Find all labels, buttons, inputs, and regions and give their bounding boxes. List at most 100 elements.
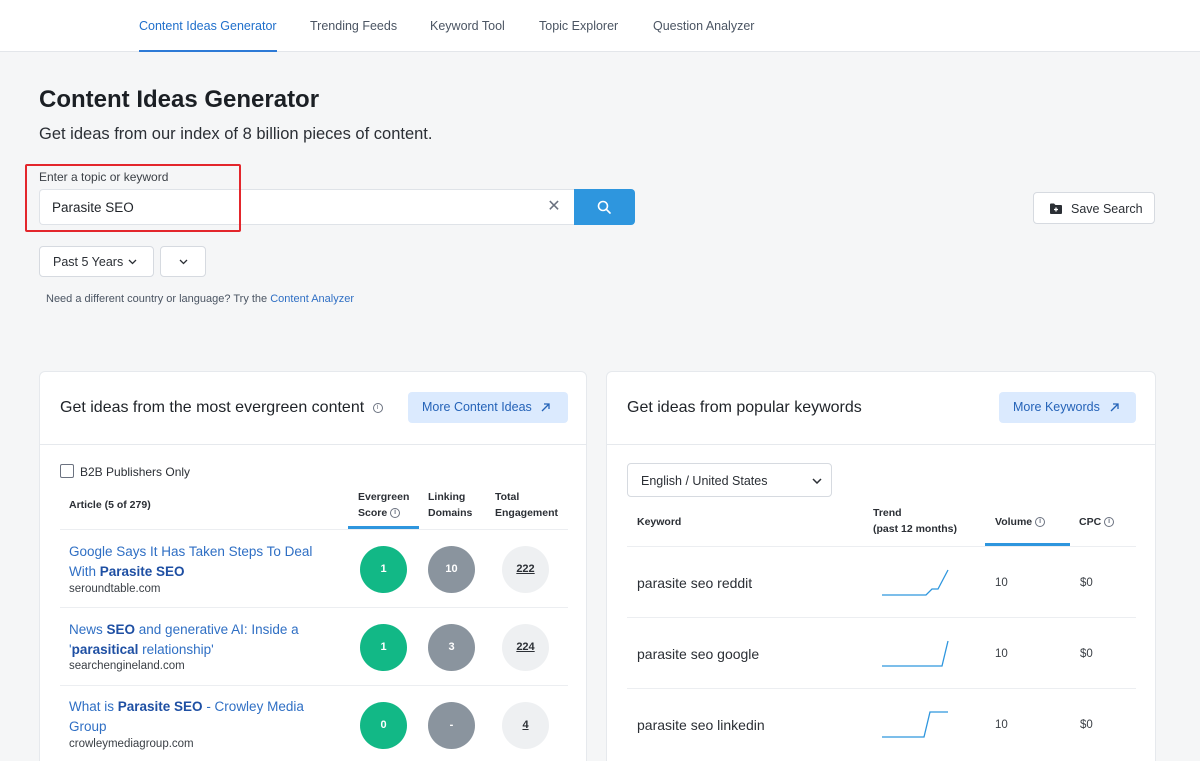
keyword-volume: 10 [995,648,1008,660]
trend-sparkline [882,640,949,667]
col-trend-line1: Trend [873,507,902,519]
more-content-ideas-label: More Content Ideas [422,400,532,414]
tab-keyword-tool[interactable]: Keyword Tool [430,0,505,52]
tab-topic-explorer[interactable]: Topic Explorer [539,0,618,52]
title-part: relationship' [138,641,214,657]
highlight-annotation [25,164,241,232]
col-cpc-text: CPC [1079,516,1102,528]
evergreen-score-badge: 0 [360,702,407,749]
col-cpc[interactable]: CPC i [1079,514,1115,530]
info-icon[interactable]: i [390,508,401,519]
title-part: News [69,622,107,637]
tab-trending-feeds[interactable]: Trending Feeds [310,0,397,52]
search-icon [597,200,611,214]
evergreen-title-text: Get ideas from the most evergreen conten… [60,399,365,416]
engagement-badge[interactable]: 222 [502,546,549,593]
evergreen-card-header: Get ideas from the most evergreen conten… [40,372,586,445]
article-domain: crowleymediagroup.com [69,738,194,750]
chevron-down-icon [812,478,822,484]
keywords-card-header: Get ideas from popular keywords More Key… [607,372,1155,445]
article-title-link[interactable]: What is Parasite SEO - Crowley Media Gro… [69,697,334,736]
close-icon[interactable]: ✕ [546,199,562,215]
country-dropdown[interactable] [160,246,206,277]
linking-domains-badge: - [428,702,475,749]
trend-sparkline [882,569,949,596]
evergreen-card: Get ideas from the most evergreen conten… [39,371,587,761]
article-domain: seroundtable.com [69,583,161,595]
col-engagement-line2: Engagement [495,507,559,519]
col-volume-text: Volume [995,516,1033,528]
keywords-card: Get ideas from popular keywords More Key… [606,371,1156,761]
language-select-value: English / United States [641,474,768,488]
chevron-down-icon [179,259,188,265]
time-range-label: Past 5 Years [53,255,124,269]
col-trend-line2: (past 12 months) [873,523,958,535]
linking-domains-badge: 10 [428,546,475,593]
col-engagement-line1: Total [495,491,520,503]
more-keywords-button[interactable]: More Keywords [999,392,1136,423]
keyword-cpc: $0 [1080,577,1093,589]
article-domain: searchengineland.com [69,660,185,672]
keyword-text[interactable]: parasite seo linkedin [637,717,765,733]
folder-plus-icon [1050,203,1062,214]
article-title-link[interactable]: News SEO and generative AI: Inside a 'pa… [69,620,334,659]
keywords-card-title: Get ideas from popular keywords [627,399,862,416]
help-text: Need a different country or language? Tr… [46,293,354,305]
title-part: What is [69,699,118,714]
content-analyzer-link[interactable]: Content Analyzer [270,293,354,305]
tab-content-ideas-generator[interactable]: Content Ideas Generator [139,0,277,52]
col-linking-domains[interactable]: Linking Domains [428,489,472,521]
col-evergreen-line2: Score i [358,505,409,521]
info-icon[interactable]: i [1035,517,1046,528]
article-title-link[interactable]: Google Says It Has Taken Steps To Deal W… [69,542,334,581]
row-separator [627,546,1136,547]
keyword-cpc: $0 [1080,648,1093,660]
linking-domains-badge: 3 [428,624,475,671]
row-separator [627,617,1136,618]
keyword-text[interactable]: parasite seo reddit [637,575,752,591]
col-evergreen-score-text: Score [358,507,388,519]
title-highlight: SEO [106,622,136,637]
keyword-volume: 10 [995,719,1008,731]
more-keywords-label: More Keywords [1013,400,1100,414]
col-evergreen-score[interactable]: Evergreen Score i [358,489,409,521]
col-volume[interactable]: Volume i [995,514,1046,530]
page-title: Content Ideas Generator [39,86,320,113]
col-linking-line2: Domains [428,507,473,519]
col-total-engagement[interactable]: Total Engagement [495,489,558,521]
info-icon[interactable]: i [1104,517,1115,528]
col-trend: Trend (past 12 months) [873,505,957,537]
b2b-checkbox-label: B2B Publishers Only [80,465,191,479]
row-separator [60,607,568,608]
col-evergreen-line1: Evergreen [358,491,410,503]
col-keyword: Keyword [637,516,682,528]
engagement-badge[interactable]: 224 [502,624,549,671]
trend-sparkline [882,711,948,738]
keyword-volume: 10 [995,577,1008,589]
help-text-prefix: Need a different country or language? Tr… [46,293,271,305]
col-article: Article (5 of 279) [69,499,151,511]
row-separator [60,529,568,530]
engagement-badge[interactable]: 4 [502,702,549,749]
title-highlight: Parasite SEO [99,563,185,579]
arrow-up-right-icon [541,403,550,412]
evergreen-card-title: Get ideas from the most evergreen conten… [60,399,383,417]
title-highlight: Parasite SEO [117,699,203,714]
search-button[interactable] [574,189,635,225]
tab-question-analyzer[interactable]: Question Analyzer [653,0,754,52]
time-range-dropdown[interactable]: Past 5 Years [39,246,154,277]
save-search-button[interactable]: Save Search [1033,192,1155,224]
keyword-cpc: $0 [1080,719,1093,731]
evergreen-score-badge: 1 [360,546,407,593]
evergreen-score-badge: 1 [360,624,407,671]
row-separator [60,685,568,686]
keyword-text[interactable]: parasite seo google [637,646,759,662]
arrow-up-right-icon [1110,403,1119,412]
page-subtitle: Get ideas from our index of 8 billion pi… [39,125,433,143]
b2b-checkbox[interactable] [60,464,74,478]
language-select[interactable]: English / United States [627,463,832,497]
col-linking-line1: Linking [428,491,466,503]
more-content-ideas-button[interactable]: More Content Ideas [408,392,568,423]
info-icon[interactable]: i [372,402,383,413]
title-highlight: parasitical [71,641,139,657]
